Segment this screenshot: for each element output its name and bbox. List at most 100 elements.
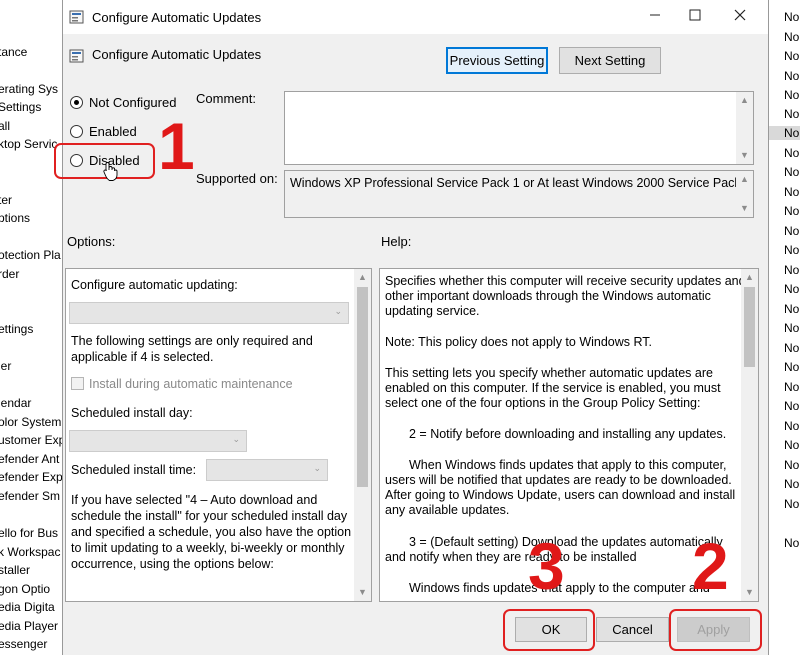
tree-item[interactable]: edia Digita xyxy=(0,600,55,614)
tree-item[interactable]: lendar xyxy=(0,396,31,410)
help-text: users will be notified that updates are … xyxy=(385,473,732,487)
list-item[interactable]: No xyxy=(784,107,799,121)
next-setting-button[interactable]: Next Setting xyxy=(559,47,661,74)
list-item[interactable]: No xyxy=(784,204,799,218)
close-button[interactable] xyxy=(718,2,762,32)
comment-scrollbar[interactable]: ▲ ▼ xyxy=(736,92,753,164)
radio-enabled[interactable]: Enabled xyxy=(70,124,137,139)
list-item[interactable]: No xyxy=(784,380,799,394)
list-item[interactable]: No xyxy=(784,224,799,238)
tree-item[interactable]: ptions xyxy=(0,211,30,225)
tree-item[interactable]: gon Optio xyxy=(0,582,50,596)
tree-item[interactable]: erating Sys xyxy=(0,82,58,96)
tree-item[interactable]: ter xyxy=(0,193,12,207)
schedule-paragraph: If you have selected "4 – Auto download … xyxy=(71,493,318,507)
list-item[interactable]: No xyxy=(784,185,799,199)
supported-on-box: Windows XP Professional Service Pack 1 o… xyxy=(284,170,754,218)
comment-label: Comment: xyxy=(196,91,256,106)
scroll-down-icon[interactable]: ▼ xyxy=(741,584,758,601)
list-item[interactable]: No xyxy=(784,438,799,452)
tree-item[interactable]: olor System xyxy=(0,415,61,429)
scroll-thumb[interactable] xyxy=(744,287,755,367)
help-text: 2 = Notify before downloading and instal… xyxy=(409,427,727,441)
scheduled-day-dropdown[interactable]: ⌄ xyxy=(69,430,247,452)
help-text: Note: This policy does not apply to Wind… xyxy=(385,335,653,349)
list-item[interactable]: No xyxy=(784,282,799,296)
list-item[interactable]: No xyxy=(784,263,799,277)
list-item[interactable]: No xyxy=(784,243,799,257)
scroll-down-icon[interactable]: ▼ xyxy=(736,147,753,164)
list-item[interactable]: No xyxy=(784,165,799,179)
help-label: Help: xyxy=(381,234,412,249)
options-note: applicable if 4 is selected. xyxy=(71,350,214,364)
tree-item[interactable]: ktop Servic xyxy=(0,137,57,151)
list-item[interactable]: No xyxy=(784,341,799,355)
cancel-button[interactable]: Cancel xyxy=(596,617,669,642)
tree-item[interactable]: tance xyxy=(0,45,27,59)
list-item-selected[interactable]: No xyxy=(768,126,800,140)
list-item[interactable]: No xyxy=(784,399,799,413)
scroll-up-icon[interactable]: ▲ xyxy=(354,269,371,286)
maximize-button[interactable] xyxy=(673,2,717,32)
title-bar[interactable]: Configure Automatic Updates xyxy=(63,0,768,34)
tree-item[interactable]: ello for Bus xyxy=(0,526,58,540)
tree-item[interactable]: rder xyxy=(0,267,19,281)
help-scrollbar[interactable]: ▲ ▼ xyxy=(741,269,758,601)
configure-updating-dropdown[interactable]: ⌄ xyxy=(69,302,349,324)
list-item[interactable]: No xyxy=(784,497,799,511)
tree-item[interactable]: efender Sm xyxy=(0,489,60,503)
chevron-down-icon: ⌄ xyxy=(232,434,240,444)
list-item[interactable]: No xyxy=(784,146,799,160)
list-item[interactable]: No xyxy=(784,88,799,102)
background-tree-panel: tance erating Sys Settings all ktop Serv… xyxy=(0,0,63,655)
list-item[interactable]: No xyxy=(784,360,799,374)
tree-item[interactable]: otection Pla xyxy=(0,248,61,262)
checkbox-box xyxy=(71,377,84,390)
supported-on-label: Supported on: xyxy=(196,171,278,186)
help-text: any available updates. xyxy=(385,503,510,517)
scroll-thumb[interactable] xyxy=(357,287,368,487)
tree-item[interactable]: efender Exp xyxy=(0,470,62,484)
scroll-down-icon[interactable]: ▼ xyxy=(354,584,371,601)
list-item[interactable]: No xyxy=(784,321,799,335)
tree-item[interactable]: Settings xyxy=(0,100,41,114)
chevron-down-icon: ⌄ xyxy=(313,463,321,473)
list-item[interactable]: No xyxy=(784,30,799,44)
policy-settings-icon xyxy=(69,10,84,24)
tree-item[interactable]: efender Ant xyxy=(0,452,59,466)
list-item[interactable]: No xyxy=(784,69,799,83)
tree-item[interactable]: ler xyxy=(0,359,11,373)
options-scrollbar[interactable]: ▲ ▼ xyxy=(354,269,371,601)
list-item[interactable]: No xyxy=(784,10,799,24)
list-item[interactable]: No xyxy=(784,477,799,491)
tree-item[interactable]: k Workspac xyxy=(0,545,60,559)
tree-item[interactable]: ettings xyxy=(0,322,33,336)
schedule-paragraph: to limit updating to a weekly, bi-weekly… xyxy=(71,541,345,555)
tree-item[interactable]: ustomer Exp xyxy=(0,433,62,447)
scheduled-time-dropdown[interactable]: ⌄ xyxy=(206,459,328,481)
close-icon xyxy=(734,9,746,21)
configure-updating-label: Configure automatic updating: xyxy=(71,278,238,292)
help-text: updating service. xyxy=(385,304,480,318)
help-text: Specifies whether this computer will rec… xyxy=(385,274,746,288)
scroll-down-icon[interactable]: ▼ xyxy=(736,200,753,217)
comment-textbox[interactable]: ▲ ▼ xyxy=(284,91,754,165)
scroll-up-icon[interactable]: ▲ xyxy=(736,171,753,188)
list-item[interactable]: No xyxy=(784,302,799,316)
tree-item[interactable]: staller xyxy=(0,563,30,577)
radio-dot-selected xyxy=(70,96,83,109)
radio-not-configured[interactable]: Not Configured xyxy=(70,95,176,110)
previous-setting-button[interactable]: Previous Setting xyxy=(446,47,548,74)
scroll-up-icon[interactable]: ▲ xyxy=(736,92,753,109)
scroll-up-icon[interactable]: ▲ xyxy=(741,269,758,286)
list-item[interactable]: No xyxy=(784,49,799,63)
list-item[interactable]: No xyxy=(784,458,799,472)
list-item[interactable]: No xyxy=(784,419,799,433)
install-maintenance-checkbox[interactable]: Install during automatic maintenance xyxy=(71,377,293,391)
supported-scrollbar[interactable]: ▲ ▼ xyxy=(736,171,753,217)
tree-item[interactable]: all xyxy=(0,119,10,133)
minimize-button[interactable] xyxy=(633,2,677,32)
tree-item[interactable]: essenger xyxy=(0,637,47,651)
tree-item[interactable]: edia Player xyxy=(0,619,58,633)
list-item[interactable]: No xyxy=(784,536,799,550)
